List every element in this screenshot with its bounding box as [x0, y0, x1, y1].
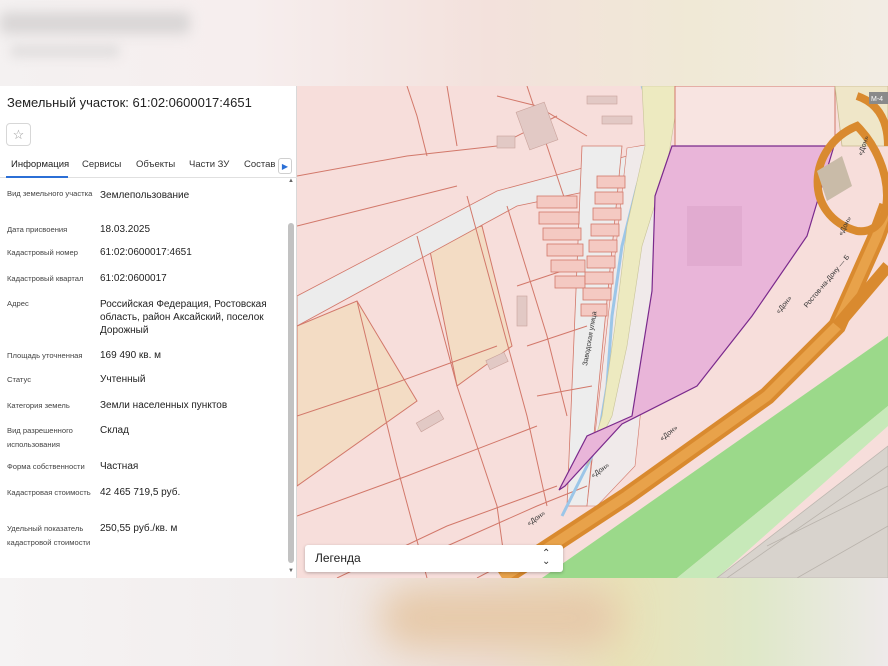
attr-label: Адрес: [7, 299, 29, 308]
attr-value: 61:02:0600017: [100, 273, 167, 284]
active-tab-indicator: [6, 176, 68, 178]
tab-parts[interactable]: Части ЗУ: [189, 159, 229, 170]
attr-value: Склад: [100, 425, 129, 436]
panel-title: Земельный участок: 61:02:0600017:4651: [7, 95, 252, 110]
cadastral-map[interactable]: «Дон» «Дон» «Дон» «Дон» «Дон» «Дон» Рост…: [297, 86, 888, 578]
attr-value: 250,55 руб./кв. м: [100, 523, 178, 534]
attr-label: Вид земельного участка: [7, 189, 93, 198]
attr-value: 42 465 719,5 руб.: [100, 487, 181, 498]
attr-label: Категория земель: [7, 401, 70, 410]
attr-value: Российская Федерация, Ростовская область…: [100, 299, 267, 336]
favorite-button[interactable]: ☆: [6, 123, 31, 146]
tab-information[interactable]: Информация: [11, 159, 69, 170]
attr-label: Удельный показатель кадастровой стоимост…: [7, 524, 91, 547]
star-outline-icon: ☆: [12, 126, 25, 142]
scrollbar-thumb[interactable]: [288, 223, 294, 563]
blurred-header-text: [0, 12, 190, 34]
parcel-info-panel: Земельный участок: 61:02:0600017:4651 ☆ …: [0, 86, 297, 578]
caret-right-icon: ▶: [281, 161, 289, 171]
legend-dropdown[interactable]: Легенда ⌃ ⌄: [305, 545, 563, 572]
attr-label: Кадастровая стоимость: [7, 488, 91, 497]
attr-label: Кадастровый номер: [7, 248, 78, 257]
attr-value: Частная: [100, 461, 139, 472]
attr-value: Учтенный: [100, 374, 146, 385]
attr-label: Кадастровый квартал: [7, 274, 84, 283]
panel-scrollbar[interactable]: ▲ ▼: [287, 178, 295, 576]
tab-services[interactable]: Сервисы: [82, 159, 121, 170]
attr-label: Дата присвоения: [7, 225, 68, 234]
attr-value: Земли населенных пунктов: [100, 400, 228, 411]
highway-shield-m4: М-4: [871, 96, 883, 103]
panel-tabs: Информация Сервисы Объекты Части ЗУ Сост…: [0, 152, 297, 178]
blurred-page-footer: [0, 578, 888, 666]
map-canvas[interactable]: «Дон» «Дон» «Дон» «Дон» «Дон» «Дон» Рост…: [297, 86, 888, 578]
tabs-scroll-right-button[interactable]: ▶: [278, 158, 292, 174]
attr-value: 169 490 кв. м: [100, 350, 162, 361]
attr-label: Вид разрешенного использования: [7, 426, 73, 449]
attr-label: Форма собственности: [7, 462, 85, 471]
attr-value: 18.03.2025: [100, 224, 151, 235]
attr-value: 61:02:0600017:4651: [100, 247, 192, 258]
attr-value: Землепользование: [100, 190, 190, 201]
blurred-map-area: [380, 588, 620, 648]
attr-label: Площадь уточненная: [7, 351, 83, 360]
tab-objects[interactable]: Объекты: [136, 159, 175, 170]
blurred-header-subtext: [10, 44, 120, 58]
tab-composition[interactable]: Состав: [244, 159, 275, 170]
attr-label: Статус: [7, 375, 32, 384]
scroll-up-icon[interactable]: ▲: [288, 178, 294, 184]
legend-label: Легенда: [315, 551, 361, 565]
scroll-down-icon[interactable]: ▼: [288, 568, 294, 574]
chevron-up-down-icon: ⌃ ⌄: [542, 548, 551, 567]
blurred-page-header: [0, 0, 888, 86]
